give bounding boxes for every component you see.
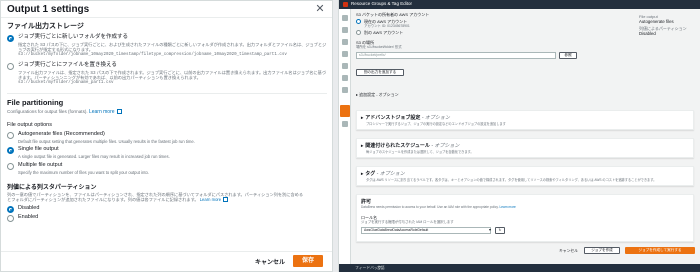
output-option-desc: Default file output setting that generat… (18, 139, 195, 145)
storage-option-label: ジョブ実行ごとに新しいフォルダを作成する (18, 34, 129, 40)
radio-selected[interactable] (7, 147, 14, 155)
learn-more-link[interactable]: Learn more (89, 109, 115, 115)
storage-option-path: s3://bucket/myfolder/jobname_part1.csv (18, 81, 114, 86)
advanced-job-settings-panel[interactable]: ▸ アドバンストジョブ設定 - オプション プロシジャーで実行するジョブ、ジョブの… (356, 110, 694, 130)
rail-item-icon[interactable] (342, 39, 348, 45)
rail-item-icon[interactable] (342, 15, 348, 21)
divider (1, 251, 332, 252)
close-icon[interactable]: ✕ (314, 3, 326, 15)
output-summary: File output Autogenerate files 列値によるパーティ… (639, 14, 699, 36)
service-icon (343, 2, 348, 7)
radio-unselected[interactable] (7, 62, 14, 70)
partition-option-label: Disabled (18, 205, 40, 212)
partition-column-title: 列値による列スタパーティション (7, 184, 97, 191)
divider (1, 17, 332, 18)
output-settings-modal: Output 1 settings ✕ ファイル出力ストレージ ジョブ実行ごとに… (0, 0, 333, 272)
summary-value: Autogenerate files (639, 19, 674, 24)
rail-item-icon[interactable] (342, 27, 348, 33)
account-label: S3 バケットの所有者の AWS アカウント (356, 12, 430, 17)
permissions-desc: DataBrew needs permission to access to y… (361, 205, 499, 209)
panel-desc: プロシジャーで実行するジョブ、ジョブの実行の設定などのエンドオブジョブの設定を追… (366, 122, 506, 126)
rail-item-jobs-active[interactable] (340, 105, 350, 117)
partitioning-title: File partitioning (7, 98, 64, 108)
learn-more-link[interactable]: Learn more (500, 205, 516, 209)
browse-s3-button[interactable]: 参照 (559, 51, 577, 59)
output-option-multiple[interactable]: Multiple file output Specify the maximum… (7, 162, 327, 175)
permissions-title: 許可 (361, 199, 372, 205)
refresh-icon[interactable]: ↻ (495, 227, 505, 234)
external-link-icon (223, 197, 229, 203)
storage-option-desc: 指定された S3 パスの下に、ジョブ実行ごとに、および生成されたファイルの種類ご… (18, 42, 327, 53)
left-rail (339, 9, 351, 264)
caret-right-icon: ▸ (361, 143, 364, 148)
rail-item-icon[interactable] (342, 87, 348, 93)
summary-value: Disabled (639, 31, 656, 36)
add-output-button[interactable]: 別の出力を追加する (356, 68, 404, 76)
s3-location-input[interactable]: s3://bucket/prefix/ (356, 51, 556, 59)
s3-location-hint: 場所を s3://bucket/folder/ 形式 (356, 45, 402, 50)
radio-selected[interactable] (356, 19, 361, 24)
output-option-single[interactable]: Single file output A single output file … (7, 146, 327, 159)
partition-column-desc: 列の一意の値でパーティションを、ファイルはパーティションされ、指定された列の順序… (7, 191, 304, 203)
account-option-other[interactable]: 別の AWS アカウント (356, 30, 624, 36)
radio-unselected[interactable] (7, 162, 14, 170)
console-footer: フィードバック 言語 (339, 264, 700, 272)
top-nav-bar: Resource Groups & Tag Editor (339, 0, 700, 9)
cancel-button[interactable]: キャンセル (255, 257, 285, 266)
account-option-label: 別の AWS アカウント (364, 30, 404, 36)
chevron-down-icon[interactable]: ▾ (489, 227, 491, 232)
partitioning-desc: Configurations for output files (formats… (7, 109, 88, 115)
storage-option-replace[interactable]: ジョブ実行ごとにファイルを置き換える ファイル出力ファイルは、指定された S3 … (7, 62, 327, 87)
partition-option-label: Enabled (18, 214, 39, 221)
caret-right-icon: ▸ (361, 115, 364, 120)
permissions-panel: 許可 DataBrew needs permission to access t… (356, 194, 694, 242)
learn-more-link[interactable]: Learn more (200, 197, 221, 202)
storage-option-desc: ファイル出力ファイルは、指定された S3 パスの下で作成されます。ジョブ実行ごと… (18, 69, 326, 80)
output-option-desc: Specify the maximum number of files you … (18, 169, 150, 175)
save-button[interactable]: 保存 (293, 255, 323, 267)
storage-section-title: ファイル出力ストレージ (7, 23, 84, 30)
radio-unselected[interactable] (7, 132, 14, 140)
create-job-button[interactable]: ジョブを作成 (584, 247, 620, 254)
rail-item-icon[interactable] (342, 63, 348, 69)
output-option-desc: A single output file is generated. Large… (18, 154, 170, 160)
job-output-form: S3 バケットの所有者の AWS アカウント 現在の AWS アカウント アカウ… (356, 12, 624, 97)
output-option-label: Single file output (18, 146, 59, 153)
additional-settings-toggle[interactable]: ▸ 追加設定 - オプション (356, 92, 624, 97)
panel-desc: タグは AWS リソースに割り当てるラベルです。各タグは、キーとオプションの値で… (366, 178, 657, 182)
role-desc: ジョブを実行する権限が付与された IAM ロールを選択します (361, 220, 454, 224)
radio-unselected[interactable] (7, 215, 14, 223)
rail-item-icon[interactable] (342, 75, 348, 81)
schedules-panel[interactable]: ▸ 関連付けられたスケジュール - オプション 毎ジョブのスケジュールを作成または… (356, 138, 694, 158)
storage-option-label: ジョブ実行ごとにファイルを置き換える (18, 61, 117, 68)
tags-panel[interactable]: ▸ タグ - オプション タグは AWS リソースに割り当てるラベルです。各タグは… (356, 166, 694, 186)
cancel-button[interactable]: キャンセル (559, 249, 578, 254)
service-title[interactable]: Resource Groups & Tag Editor (351, 1, 412, 6)
storage-option-path: s3://bucket/myfolder/jobname_10may2020_t… (18, 53, 287, 58)
radio-unselected[interactable] (356, 30, 361, 36)
rail-item-icon[interactable] (342, 51, 348, 57)
file-output-options-title: File output options (7, 122, 52, 129)
radio-selected[interactable] (7, 35, 14, 42)
create-and-run-job-button[interactable]: ジョブを作成して実行する (625, 247, 695, 254)
external-link-icon (116, 109, 122, 115)
partition-option-enabled[interactable]: Enabled (7, 214, 327, 223)
account-note: アカウント ID: 012345678901 (364, 24, 410, 28)
panel-desc: 毎ジョブのスケジュールを作成または選択して、ジョブを自動化できます。 (366, 150, 474, 154)
modal-title: Output 1 settings (7, 4, 90, 15)
output-option-label: Multiple file output (18, 161, 63, 168)
partition-option-disabled[interactable]: Disabled (7, 205, 327, 214)
language-selector[interactable]: 言語 (377, 266, 385, 271)
storage-option-new-folder[interactable]: ジョブ実行ごとに新しいフォルダを作成する 指定された S3 パスの下に、ジョブ実… (7, 34, 327, 59)
rail-item-icon[interactable] (342, 121, 348, 127)
databrew-console: Resource Groups & Tag Editor S3 バケットの所有者… (338, 0, 700, 272)
output-option-autogenerate[interactable]: Autogenerate files (Recommended) Default… (7, 131, 327, 144)
role-select[interactable]: AwsGlueDataBrewDataAccessRoleDefault (361, 227, 491, 234)
caret-right-icon: ▸ (361, 171, 364, 176)
output-option-label: Autogenerate files (Recommended) (18, 131, 105, 138)
radio-selected[interactable] (7, 206, 14, 214)
